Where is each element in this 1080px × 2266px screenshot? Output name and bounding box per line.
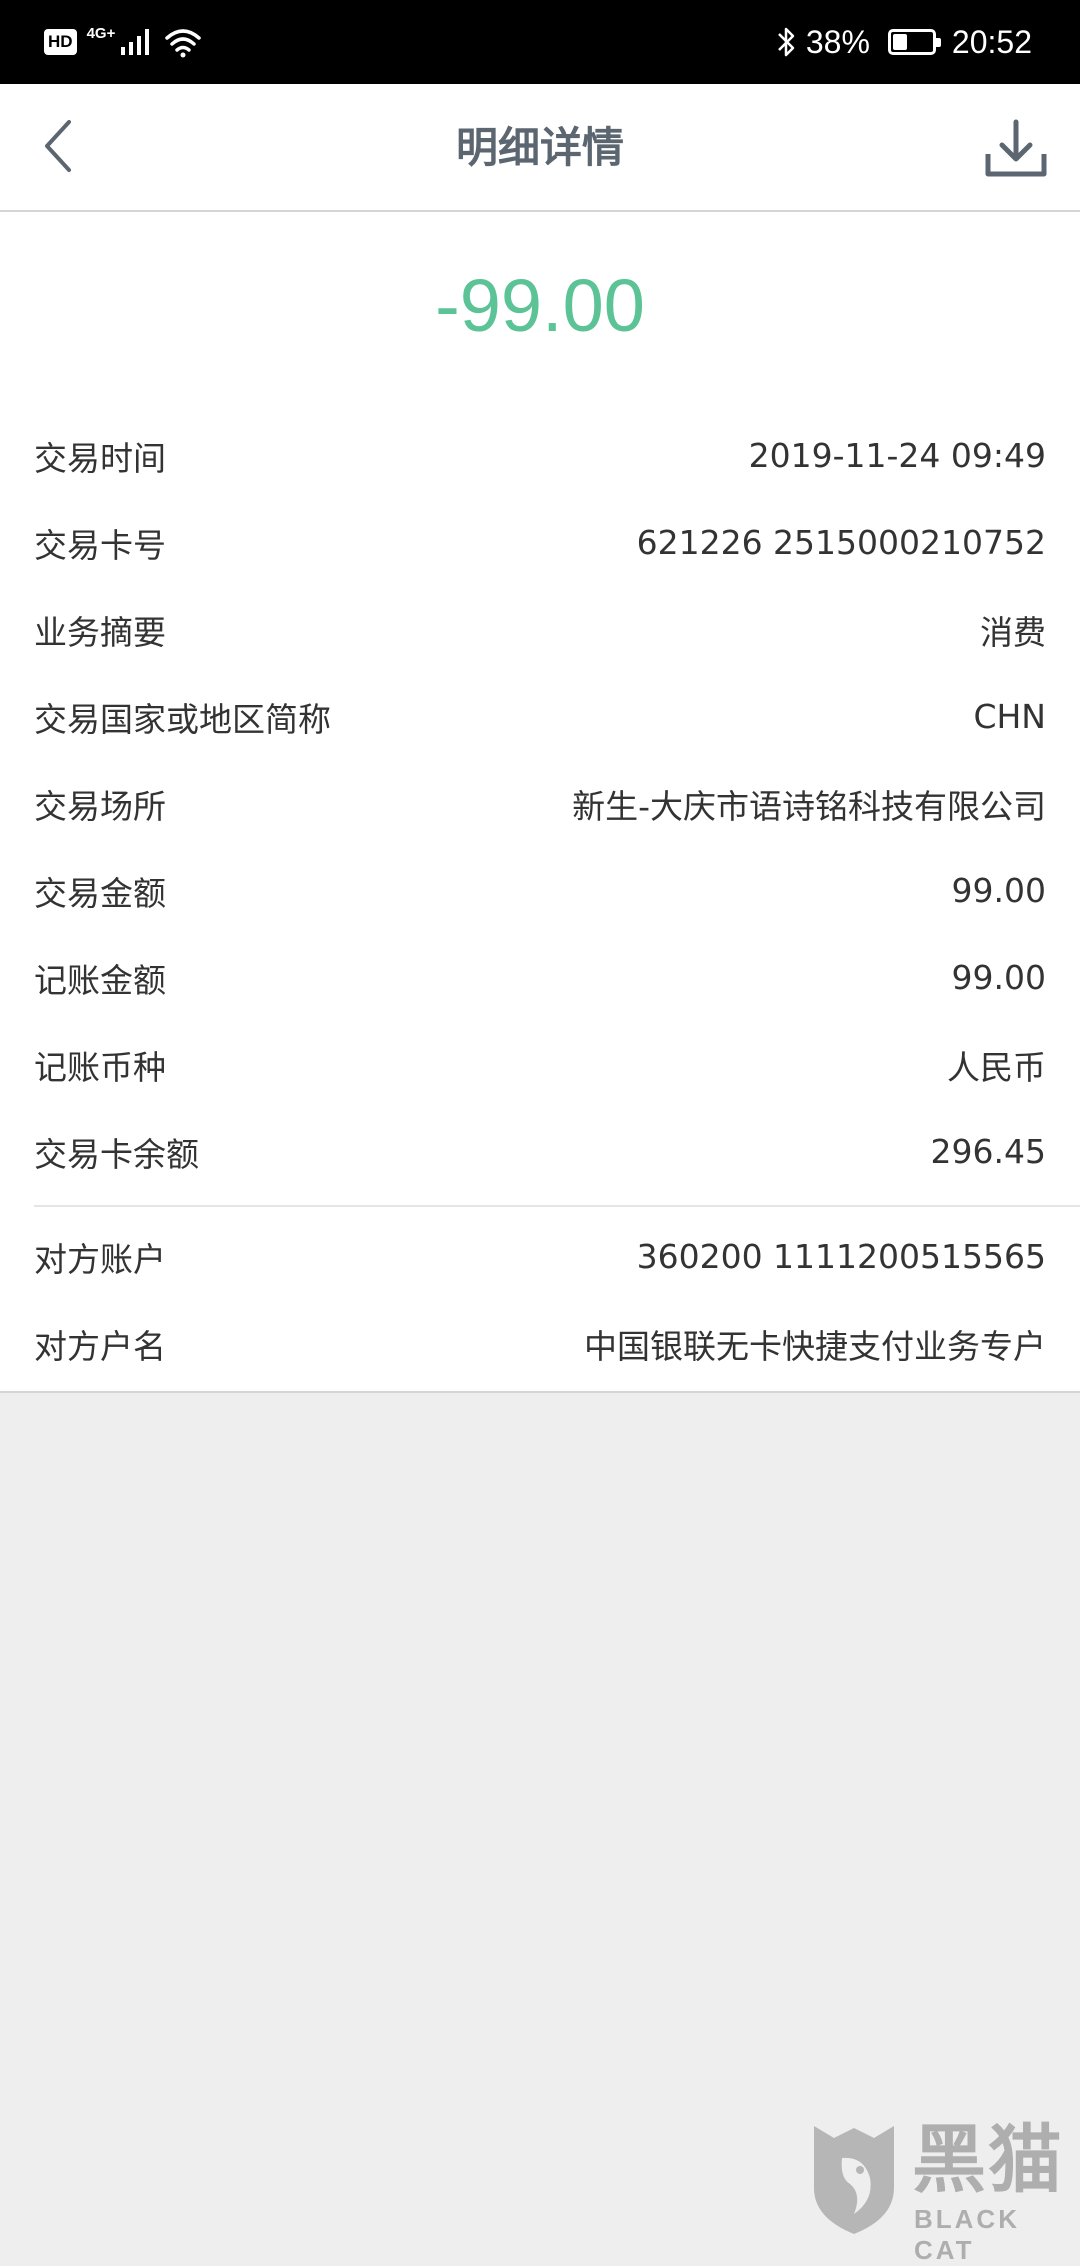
counterparty-row: 对方户名 中国银联无卡快捷支付业务专户 xyxy=(0,1300,1080,1387)
detail-row: 交易卡号 621226 2515000210752 xyxy=(0,499,1080,586)
transaction-amount: -99.00 xyxy=(0,212,1080,400)
detail-row: 业务摘要 消费 xyxy=(0,586,1080,673)
watermark-en-text: BLACK CAT xyxy=(914,2204,1074,2266)
watermark-cn-text: 黑猫 xyxy=(912,2120,1064,2200)
wifi-icon xyxy=(163,26,203,58)
detail-value: 360200 1111200515565 xyxy=(637,1237,1046,1276)
header-bar: 明细详情 xyxy=(0,84,1080,212)
counterparty-row: 对方账户 360200 1111200515565 xyxy=(0,1213,1080,1300)
detail-label: 记账金额 xyxy=(34,954,166,1002)
detail-value: 296.45 xyxy=(931,1132,1046,1171)
detail-label: 交易卡余额 xyxy=(34,1128,199,1176)
download-button[interactable] xyxy=(980,114,1052,184)
watermark-logo: 黑猫 BLACK CAT xyxy=(804,2118,1074,2238)
detail-row: 交易国家或地区简称 CHN xyxy=(0,673,1080,760)
detail-label: 记账币种 xyxy=(34,1041,166,1089)
counterparty-list: 对方账户 360200 1111200515565 对方户名 中国银联无卡快捷支… xyxy=(0,1213,1080,1387)
battery-level xyxy=(893,34,907,50)
detail-list: 交易时间 2019-11-24 09:49 交易卡号 621226 251500… xyxy=(0,400,1080,1195)
detail-value: 99.00 xyxy=(952,871,1046,910)
detail-value: 中国银联无卡快捷支付业务专户 xyxy=(584,1320,1046,1368)
detail-label: 交易场所 xyxy=(34,780,166,828)
detail-value: 新生-大庆市语诗铭科技有限公司 xyxy=(572,780,1046,828)
clock: 20:52 xyxy=(952,24,1032,61)
transaction-detail-card: -99.00 交易时间 2019-11-24 09:49 交易卡号 621226… xyxy=(0,212,1080,1393)
detail-value: 人民币 xyxy=(947,1041,1046,1089)
hd-badge: HD xyxy=(44,29,77,55)
black-cat-shield-icon xyxy=(804,2118,904,2238)
detail-value: 99.00 xyxy=(952,958,1046,997)
status-bar-left: HD 4G+ xyxy=(44,0,203,84)
detail-value: CHN xyxy=(973,697,1046,736)
section-divider xyxy=(34,1205,1080,1207)
detail-label: 交易国家或地区简称 xyxy=(34,693,331,741)
detail-label: 业务摘要 xyxy=(34,606,166,654)
status-bar: HD 4G+ 38% 20:52 xyxy=(0,0,1080,84)
detail-value: 621226 2515000210752 xyxy=(637,523,1046,562)
download-icon xyxy=(983,118,1049,180)
detail-row: 记账金额 99.00 xyxy=(0,934,1080,1021)
detail-label: 交易金额 xyxy=(34,867,166,915)
battery-icon xyxy=(888,29,936,55)
detail-row: 记账币种 人民币 xyxy=(0,1021,1080,1108)
battery-percent: 38% xyxy=(806,24,870,61)
detail-label: 对方户名 xyxy=(34,1320,166,1368)
detail-label: 对方账户 xyxy=(34,1233,166,1281)
detail-row: 交易金额 99.00 xyxy=(0,847,1080,934)
detail-row: 交易卡余额 296.45 xyxy=(0,1108,1080,1195)
status-bar-right: 38% 20:52 xyxy=(776,0,1032,84)
detail-row: 交易时间 2019-11-24 09:49 xyxy=(0,412,1080,499)
detail-label: 交易卡号 xyxy=(34,519,166,567)
signal-icon xyxy=(119,27,153,57)
page-title: 明细详情 xyxy=(0,84,1080,212)
detail-row: 交易场所 新生-大庆市语诗铭科技有限公司 xyxy=(0,760,1080,847)
detail-value: 消费 xyxy=(980,606,1046,654)
bluetooth-icon xyxy=(776,25,798,59)
detail-label: 交易时间 xyxy=(34,432,166,480)
detail-value: 2019-11-24 09:49 xyxy=(749,436,1046,475)
network-type-label: 4G+ xyxy=(87,25,116,42)
